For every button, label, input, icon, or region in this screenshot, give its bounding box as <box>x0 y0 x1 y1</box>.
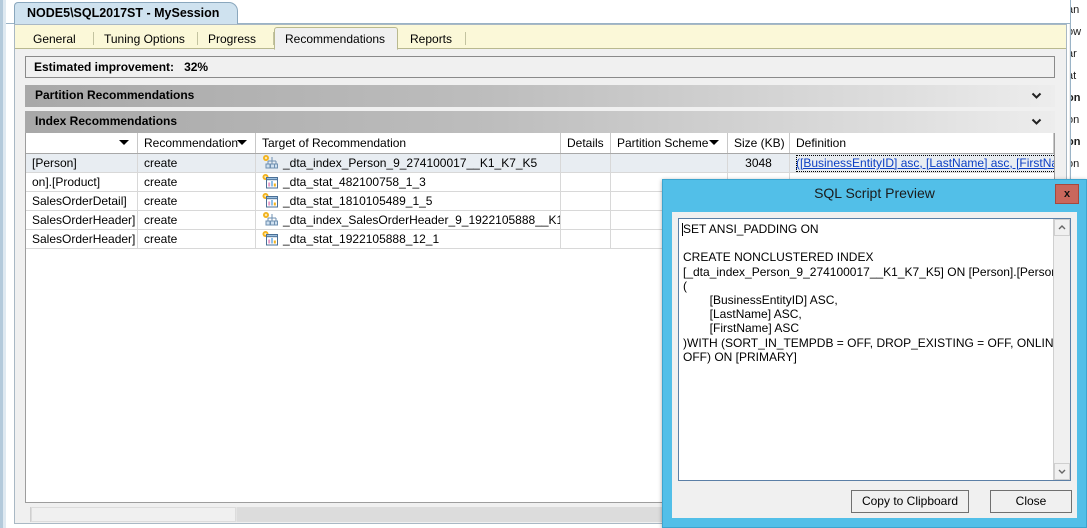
group-index-recommendations[interactable]: Index Recommendations <box>25 111 1055 133</box>
column-header-database-table[interactable] <box>26 133 138 153</box>
cell-details <box>561 173 611 191</box>
dialog-title: SQL Script Preview <box>814 185 935 201</box>
column-label: Partition Scheme <box>617 136 709 150</box>
document-tab-mysession[interactable]: NODE5\SQL2017ST - MySession <box>14 2 239 24</box>
cell-database-table: SalesOrderDetail] <box>26 192 138 210</box>
group-title: Index Recommendations <box>35 114 178 128</box>
column-label: Size (KB) <box>734 136 785 150</box>
cell-target-label: _dta_index_SalesOrderHeader_9_1922105888… <box>283 213 561 227</box>
copy-to-clipboard-button[interactable]: Copy to Clipboard <box>851 490 969 513</box>
tab-separator <box>465 32 466 45</box>
column-label: Recommendation <box>144 136 239 150</box>
estimated-improvement-label: Estimated improvement: <box>34 60 175 74</box>
cell-target: _dta_stat_1810105489_1_5 <box>256 192 561 210</box>
statistics-icon <box>262 231 278 246</box>
group-partition-recommendations[interactable]: Partition Recommendations <box>25 85 1055 107</box>
tab-recommendations[interactable]: Recommendations <box>274 27 398 50</box>
scrollbar-thumb[interactable] <box>31 507 236 522</box>
statistics-icon <box>262 193 278 208</box>
document-tabstrip: NODE5\SQL2017ST - MySession <box>6 0 1070 24</box>
close-button[interactable]: Close <box>990 490 1072 513</box>
scrollbar-corner <box>16 507 31 522</box>
cell-recommendation: create <box>138 154 256 172</box>
chevron-down-icon[interactable] <box>1030 89 1043 102</box>
chevron-down-icon[interactable] <box>709 140 719 145</box>
cell-size-kb: 3048 <box>728 154 790 172</box>
cell-details <box>561 192 611 210</box>
tab-label: Tuning Options <box>104 32 185 46</box>
chevron-down-icon[interactable] <box>119 140 129 145</box>
cell-recommendation: create <box>138 192 256 210</box>
cell-database-table: SalesOrderHeader] <box>26 211 138 229</box>
cell-database-table: [Person] <box>26 154 138 172</box>
cell-target: _dta_index_Person_9_274100017__K1_K7_K5 <box>256 154 561 172</box>
cell-recommendation: create <box>138 211 256 229</box>
estimated-improvement-value: 32% <box>184 60 209 74</box>
vertical-scrollbar[interactable] <box>1053 219 1070 480</box>
estimated-improvement: Estimated improvement: 32% <box>25 56 1055 78</box>
cell-database-table: SalesOrderHeader] <box>26 230 138 248</box>
tabstrip: General Tuning Options Progress Recommen… <box>15 25 1066 50</box>
column-header-target[interactable]: Target of Recommendation <box>256 133 561 153</box>
cell-target: _dta_index_SalesOrderHeader_9_1922105888… <box>256 211 561 229</box>
column-header-recommendation[interactable]: Recommendation <box>138 133 256 153</box>
cell-target: _dta_stat_482100758_1_3 <box>256 173 561 191</box>
cell-target-label: _dta_stat_1922105888_12_1 <box>283 232 440 246</box>
tab-tuning-options[interactable]: Tuning Options <box>94 28 198 49</box>
dialog-body: SET ANSI_PADDING ON CREATE NONCLUSTERED … <box>672 212 1077 487</box>
close-icon[interactable]: x <box>1055 184 1079 204</box>
tab-general[interactable]: General <box>23 28 94 49</box>
chevron-down-icon[interactable] <box>1054 463 1070 480</box>
screen: an ow ar at on on on on on NODE5\SQL2017… <box>0 0 1087 528</box>
column-label: Details <box>567 136 604 150</box>
column-header-size-kb[interactable]: Size (KB) <box>728 133 790 153</box>
grid-header-row: Recommendation Target of Recommendation … <box>26 133 1054 154</box>
column-label: Target of Recommendation <box>262 136 407 150</box>
column-label: Definition <box>796 136 847 150</box>
chevron-up-icon[interactable] <box>1054 219 1070 236</box>
cell-target-label: _dta_stat_1810105489_1_5 <box>283 194 433 208</box>
cell-partition-scheme <box>611 154 728 172</box>
tab-label: Progress <box>208 32 257 46</box>
dialog-footer: Copy to Clipboard Close <box>672 487 1077 518</box>
tab-label: General <box>33 32 76 46</box>
chevron-down-icon[interactable] <box>237 140 247 145</box>
index-icon <box>262 212 278 227</box>
group-title: Partition Recommendations <box>35 88 195 102</box>
sql-script-text: SET ANSI_PADDING ON CREATE NONCLUSTERED … <box>683 222 1070 364</box>
index-icon <box>262 155 278 170</box>
tab-label: Recommendations <box>285 32 386 46</box>
sql-script-textarea[interactable]: SET ANSI_PADDING ON CREATE NONCLUSTERED … <box>678 218 1071 481</box>
cell-recommendation: create <box>138 230 256 248</box>
tab-progress[interactable]: Progress <box>198 28 274 49</box>
sql-script-preview-dialog: SQL Script Preview x SET ANSI_PADDING ON… <box>662 179 1087 528</box>
cell-focus-rectangle <box>796 155 1054 172</box>
statistics-icon <box>262 174 278 189</box>
column-header-details[interactable]: Details <box>561 133 611 153</box>
cell-target-label: _dta_index_Person_9_274100017__K1_K7_K5 <box>283 156 538 170</box>
cell-recommendation: create <box>138 173 256 191</box>
cell-details <box>561 211 611 229</box>
column-header-partition-scheme[interactable]: Partition Scheme <box>611 133 728 153</box>
tab-reports[interactable]: Reports <box>400 28 466 49</box>
cell-details <box>561 154 611 172</box>
cell-details <box>561 230 611 248</box>
cell-database-table: on].[Product] <box>26 173 138 191</box>
cell-target-label: _dta_stat_482100758_1_3 <box>283 175 426 189</box>
tab-label: Reports <box>410 32 453 46</box>
table-row[interactable]: [Person] create _dta_index_Person_9_2741… <box>26 154 1054 173</box>
column-header-definition[interactable]: Definition <box>790 133 1054 153</box>
cell-target: _dta_stat_1922105888_12_1 <box>256 230 561 248</box>
chevron-down-icon[interactable] <box>1030 115 1043 128</box>
